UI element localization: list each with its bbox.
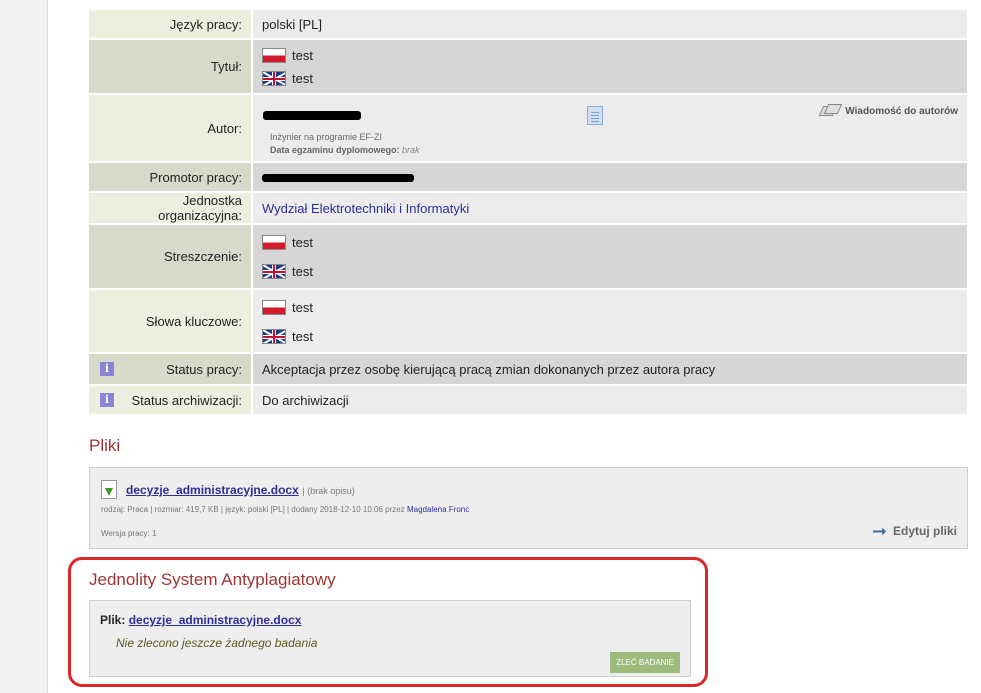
poland-flag-icon (262, 235, 286, 250)
abstract-en: test (292, 264, 313, 279)
author-program: Inżynier na programie EF-ZI (270, 132, 383, 142)
value-unit-cell: Wydział Elektrotechniki i Informatyki (253, 193, 967, 223)
order-test-button[interactable]: ZLEĆ BADANIE (610, 652, 680, 673)
message-authors-button[interactable]: Wiadomość do autorów (818, 104, 958, 118)
file-desc: | (brak opisu) (302, 486, 355, 496)
details-table: Język pracy: polski [PL] Tytuł: test tes… (89, 8, 967, 416)
left-gutter (0, 0, 48, 693)
author-name-redacted (263, 111, 361, 120)
label-archive: Status archiwizacji: (131, 392, 242, 408)
label-title: Tytuł: (89, 40, 253, 93)
label-abstract: Streszczenie: (89, 225, 253, 288)
added-by-link[interactable]: Magdalena Fronc (407, 505, 469, 514)
row-unit: Jednostka organizacyjna: Wydział Elektro… (89, 193, 967, 223)
jsa-file-label: Plik: (100, 613, 126, 627)
file-link[interactable]: decyzje_administracyjne.docx (126, 483, 299, 497)
paper-plane-icon (818, 104, 843, 118)
jsa-file-row: Plik: decyzje_administracyjne.docx (100, 613, 301, 627)
unit-link[interactable]: Wydział Elektrotechniki i Informatyki (262, 201, 469, 216)
uk-flag-icon (262, 328, 286, 344)
label-language: Język pracy: (89, 10, 253, 38)
poland-flag-icon (262, 299, 286, 315)
arrow-right-icon: ➞ (871, 521, 887, 541)
row-author: Autor: Inżynier na programie EF-ZI Data … (89, 95, 967, 161)
jsa-file-link[interactable]: decyzje_administracyjne.docx (129, 613, 302, 627)
label-status-cell: i Status pracy: (89, 354, 253, 384)
uk-flag-icon (262, 71, 286, 86)
info-icon[interactable]: i (100, 393, 114, 407)
value-title: test test (253, 40, 967, 93)
row-status: i Status pracy: Akceptacja przez osobę ki… (89, 354, 967, 384)
row-title: Tytuł: test test (89, 40, 967, 93)
poland-flag-icon (262, 48, 286, 63)
info-icon[interactable]: i (100, 362, 114, 376)
value-archive: Do archiwizacji (253, 386, 967, 414)
label-archive-cell: i Status archiwizacji: (89, 386, 253, 414)
row-abstract: Streszczenie: test test (89, 225, 967, 288)
abstract-pl: test (292, 235, 313, 250)
title-pl: test (292, 48, 313, 63)
file-version: Wersja pracy: 1 (101, 529, 157, 538)
files-box: decyzje_administracyjne.docx | (brak opi… (89, 467, 968, 549)
jsa-no-test: Nie zlecono jeszcze żadnego badania (116, 636, 318, 650)
file-meta: rodzaj: Praca | rozmiar: 419,7 KB | języ… (101, 505, 470, 514)
row-archive-status: i Status archiwizacji: Do archiwizacji (89, 386, 967, 414)
label-unit: Jednostka organizacyjna: (89, 193, 253, 223)
file-row: decyzje_administracyjne.docx | (brak opi… (126, 482, 355, 497)
value-keywords: test test (253, 290, 967, 352)
row-supervisor: Promotor pracy: (89, 163, 967, 191)
keywords-en: test (292, 328, 313, 344)
docx-file-icon (101, 480, 117, 499)
jsa-box: Plik: decyzje_administracyjne.docx Nie z… (89, 600, 691, 677)
author-exam-date: Data egzaminu dyplomowego: brak (270, 145, 420, 155)
row-keywords: Słowa kluczowe: test test (89, 290, 967, 352)
value-abstract: test test (253, 225, 967, 288)
value-author: Inżynier na programie EF-ZI Data egzamin… (253, 95, 967, 161)
supervisor-name-redacted (262, 173, 414, 182)
keywords-pl: test (292, 299, 313, 315)
thesis-details: Język pracy: polski [PL] Tytuł: test tes… (89, 8, 968, 549)
label-keywords: Słowa kluczowe: (89, 290, 253, 352)
uk-flag-icon (262, 264, 286, 279)
value-language: polski [PL] (253, 10, 967, 38)
label-author: Autor: (89, 95, 253, 161)
jsa-heading: Jednolity System Antyplagiatowy (89, 570, 336, 589)
value-supervisor (253, 163, 967, 191)
label-status: Status pracy: (166, 361, 242, 377)
title-en: test (292, 71, 313, 86)
document-icon[interactable] (587, 106, 603, 125)
files-heading: Pliki (89, 436, 121, 455)
edit-files-button[interactable]: ➞ Edytuj pliki (871, 521, 957, 541)
value-status: Akceptacja przez osobę kierującą pracą z… (253, 354, 967, 384)
label-supervisor: Promotor pracy: (89, 163, 253, 191)
row-language: Język pracy: polski [PL] (89, 10, 967, 38)
